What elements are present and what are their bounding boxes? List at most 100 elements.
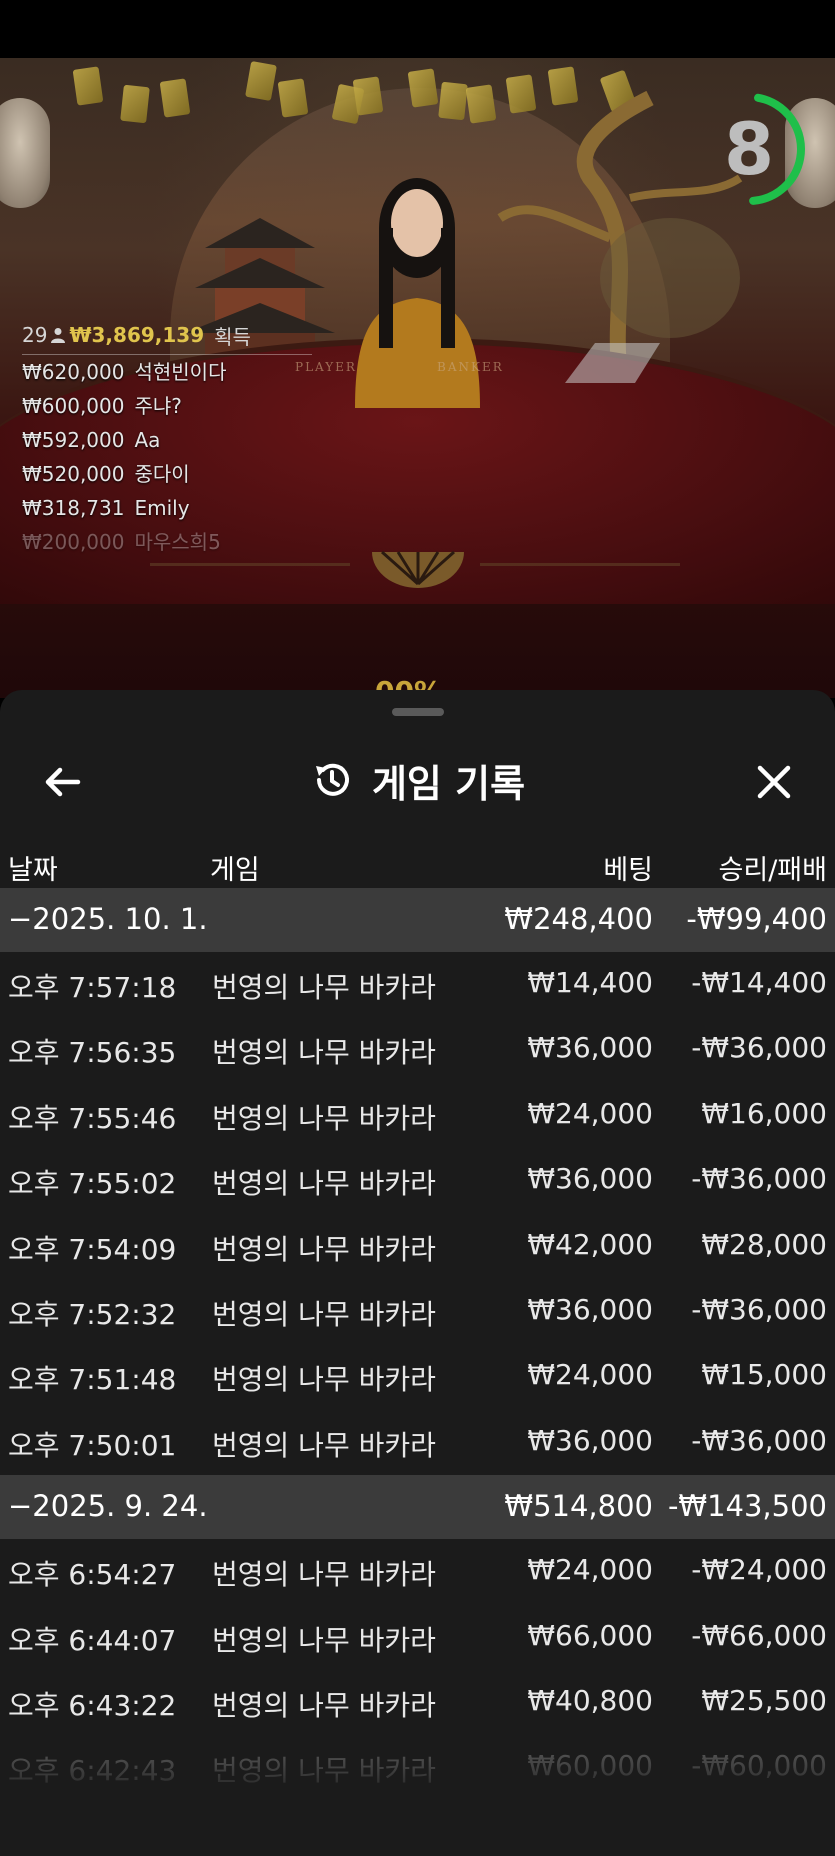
row-result: -₩36,000: [691, 1162, 827, 1196]
sheet-drag-handle[interactable]: [392, 708, 444, 716]
close-icon: [757, 765, 791, 799]
column-game: 게임: [210, 855, 260, 886]
row-time: 오후 7:57:18: [8, 971, 177, 1004]
winner-amount: ₩520,000: [22, 462, 125, 486]
gold-card-decoration: [72, 66, 104, 106]
date-group-header[interactable]: −2025. 10. 1. ₩248,400 -₩99,400: [0, 888, 835, 952]
row-result: -₩66,000: [691, 1618, 827, 1652]
row-game: 번영의 나무 바카라: [212, 1558, 436, 1592]
gold-card-decoration: [277, 78, 309, 118]
group-date: −2025. 9. 24.: [8, 1489, 208, 1524]
row-result: -₩36,000: [691, 1423, 827, 1457]
winner-row: ₩600,000 주냐?: [22, 389, 312, 423]
game-history-sheet: 게임 기록 날짜 게임 베팅 승리/패배 −2025. 10. 1. ₩248,4…: [0, 690, 835, 1856]
row-result: ₩15,000: [701, 1358, 827, 1392]
row-bet: ₩36,000: [527, 1423, 653, 1457]
winner-row: ₩200,000 마우스희5: [22, 525, 312, 559]
column-date: 날짜: [8, 855, 58, 886]
gold-card-decoration: [438, 81, 468, 121]
row-time: 오후 7:54:09: [8, 1232, 177, 1266]
row-game: 번영의 나무 바카라: [212, 1101, 436, 1135]
history-row[interactable]: 오후 7:54:09 번영의 나무 바카라 ₩42,000 ₩28,000: [0, 1214, 835, 1279]
winner-name: Aa: [134, 428, 161, 452]
date-group-header[interactable]: −2025. 9. 24. ₩514,800 -₩143,500: [0, 1475, 835, 1540]
gold-card-decoration: [245, 61, 277, 101]
chip-fan-decoration: [372, 550, 464, 588]
lantern-left: [0, 98, 50, 208]
row-result: -₩24,000: [691, 1553, 827, 1587]
table-rail: [480, 563, 680, 566]
column-bet: 베팅: [603, 855, 653, 886]
column-result: 승리/패배: [718, 855, 827, 886]
history-list[interactable]: −2025. 10. 1. ₩248,400 -₩99,400 오후 7:57:18 번…: [0, 888, 835, 1801]
row-game: 번영의 나무 바카라: [212, 1428, 436, 1462]
history-row[interactable]: 오후 6:44:07 번영의 나무 바카라 ₩66,000 -₩66,000: [0, 1605, 835, 1670]
list-bottom-fade: [0, 1736, 835, 1856]
winner-name: 마우스희5: [134, 530, 221, 554]
group-result-total: -₩143,500: [667, 1489, 827, 1524]
table-rail: [150, 563, 350, 566]
row-bet: ₩40,800: [527, 1683, 653, 1717]
history-row[interactable]: 오후 6:54:27 번영의 나무 바카라 ₩24,000 -₩24,000: [0, 1539, 835, 1604]
row-game: 번영의 나무 바카라: [212, 1623, 436, 1657]
row-result: -₩36,000: [691, 1292, 827, 1326]
history-clock-icon: [315, 763, 349, 796]
row-game: 번영의 나무 바카라: [212, 1036, 436, 1070]
row-game: 번영의 나무 바카라: [212, 1297, 436, 1331]
row-bet: ₩36,000: [527, 1162, 653, 1196]
row-bet: ₩42,000: [527, 1227, 653, 1261]
winner-name: 중다이: [134, 462, 190, 486]
group-date: −2025. 10. 1.: [8, 902, 208, 936]
group-result-total: -₩99,400: [686, 902, 827, 936]
winner-name: 석현빈이다: [134, 360, 227, 384]
row-game: 번영의 나무 바카라: [212, 1363, 436, 1397]
winners-summary: 29 ₩3,869,139 획득: [22, 320, 312, 355]
gold-card-decoration: [407, 68, 439, 108]
winner-row: ₩520,000 중다이: [22, 457, 312, 491]
row-game: 번영의 나무 바카라: [212, 1232, 436, 1266]
row-time: 오후 7:56:35: [8, 1036, 177, 1070]
row-game: 번영의 나무 바카라: [212, 971, 436, 1004]
winner-amount: ₩318,731: [22, 496, 125, 520]
winner-row: ₩620,000 석현빈이다: [22, 355, 312, 389]
countdown-timer: 8: [723, 107, 775, 191]
group-bet-total: ₩514,800: [504, 1489, 653, 1524]
row-game: 번영의 나무 바카라: [212, 1688, 436, 1722]
winner-amount: ₩620,000: [22, 360, 125, 384]
winners-suffix: 획득: [214, 324, 251, 349]
group-bet-total: ₩248,400: [504, 902, 653, 936]
history-row[interactable]: 오후 7:55:46 번영의 나무 바카라 ₩24,000 ₩16,000: [0, 1083, 835, 1148]
history-row[interactable]: 오후 7:51:48 번영의 나무 바카라 ₩24,000 ₩15,000: [0, 1344, 835, 1409]
row-bet: ₩14,400: [527, 966, 653, 999]
row-time: 오후 7:55:46: [8, 1101, 177, 1135]
row-time: 오후 7:55:02: [8, 1167, 177, 1201]
winner-amount: ₩600,000: [22, 394, 125, 418]
history-row[interactable]: 오후 7:50:01 번영의 나무 바카라 ₩36,000 -₩36,000: [0, 1410, 835, 1475]
winners-list: 29 ₩3,869,139 획득 ₩620,000 석현빈이다 ₩600,000 주냐…: [22, 320, 312, 559]
row-time: 오후 7:51:48: [8, 1363, 177, 1397]
close-button[interactable]: [752, 760, 796, 804]
back-button[interactable]: [40, 760, 84, 804]
history-row[interactable]: 오후 7:57:18 번영의 나무 바카라 ₩14,400 -₩14,400: [0, 952, 835, 1017]
row-result: ₩28,000: [701, 1227, 827, 1261]
person-icon: [51, 328, 66, 343]
row-time: 오후 7:52:32: [8, 1297, 177, 1331]
winner-amount: ₩200,000: [22, 530, 125, 554]
row-result: -₩36,000: [691, 1031, 827, 1065]
winner-name: Emily: [134, 496, 190, 520]
row-result: ₩25,500: [701, 1683, 827, 1717]
gold-card-decoration: [159, 78, 191, 118]
history-row[interactable]: 오후 7:55:02 번영의 나무 바카라 ₩36,000 -₩36,000: [0, 1148, 835, 1213]
row-bet: ₩36,000: [527, 1292, 653, 1326]
banker-area-label: BANKER: [437, 360, 504, 374]
row-game: 번영의 나무 바카라: [212, 1167, 436, 1201]
row-bet: ₩24,000: [527, 1358, 653, 1392]
card-shoe: [565, 343, 660, 383]
history-row[interactable]: 오후 7:52:32 번영의 나무 바카라 ₩36,000 -₩36,000: [0, 1279, 835, 1344]
row-bet: ₩24,000: [527, 1096, 653, 1130]
history-row[interactable]: 오후 6:43:22 번영의 나무 바카라 ₩40,800 ₩25,500: [0, 1670, 835, 1735]
row-time: 오후 6:44:07: [8, 1623, 177, 1657]
history-row[interactable]: 오후 7:56:35 번영의 나무 바카라 ₩36,000 -₩36,000: [0, 1017, 835, 1082]
winners-total: ₩3,869,139: [69, 323, 205, 347]
history-title: 게임 기록: [371, 761, 526, 806]
